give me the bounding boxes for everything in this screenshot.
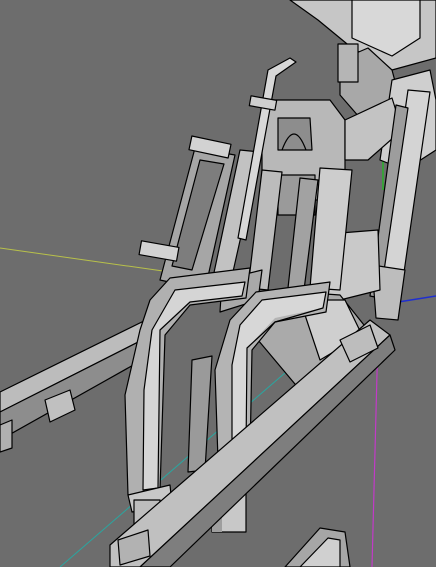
- wireframe-scene: [0, 0, 436, 567]
- bottom-right-cylinder: [284, 527, 351, 567]
- 3d-viewport[interactable]: [0, 0, 436, 567]
